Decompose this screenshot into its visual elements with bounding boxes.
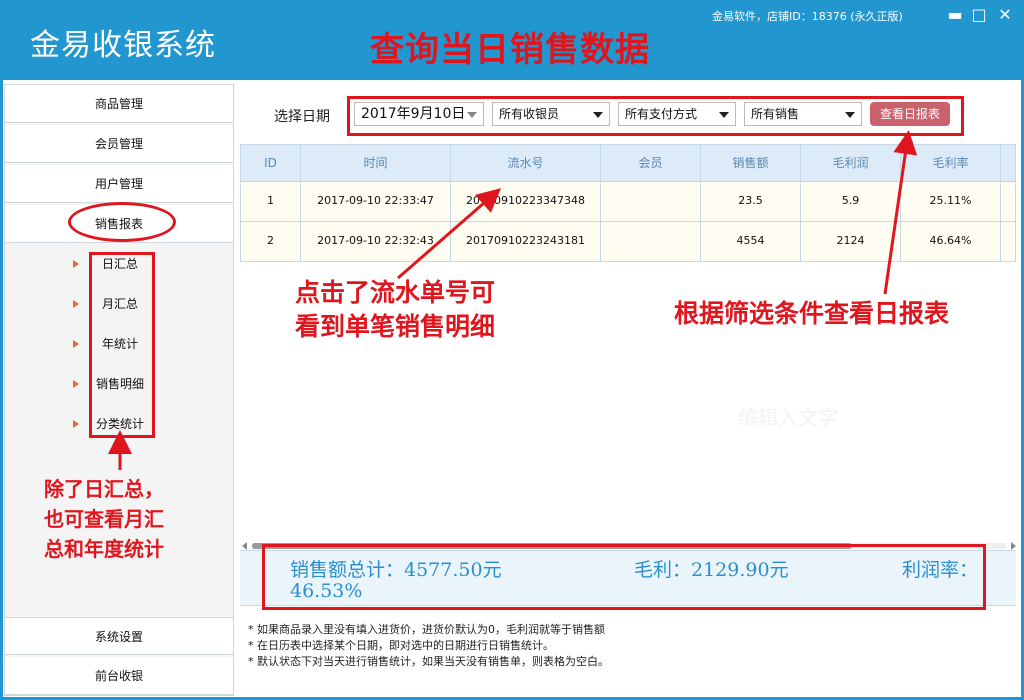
note-line: * 如果商品录入里没有填入进货价，进货价默认为0，毛利润就等于销售额	[248, 623, 605, 636]
submenu-highlight-box	[89, 252, 155, 438]
annotation-title: 查询当日销售数据	[370, 30, 650, 70]
column-header-margin[interactable]: 毛利率	[901, 145, 1001, 181]
scroll-right-icon[interactable]	[1011, 542, 1016, 550]
sales-report-highlight-ellipse	[68, 202, 176, 242]
cell-member	[601, 222, 701, 261]
annotation-line: 除了日汇总，	[44, 477, 164, 501]
cell-member	[601, 182, 701, 221]
sidebar-hint-annotation: 除了日汇总， 也可查看月汇 总和年度统计	[44, 474, 164, 564]
cell-profit: 2124	[801, 222, 901, 261]
cell-serial-link[interactable]: 20170910223243181	[451, 222, 601, 261]
sidebar-item-front-cashier[interactable]: 前台收银	[5, 657, 233, 695]
filter-highlight-box	[347, 96, 964, 136]
cell-id: 1	[241, 182, 301, 221]
column-header-id[interactable]: ID	[241, 145, 301, 181]
cell-time: 2017-09-10 22:33:47	[301, 182, 451, 221]
annotation-line: 看到单笔销售明细	[295, 312, 496, 341]
app-title: 金易收银系统	[30, 28, 216, 63]
column-header-sales[interactable]: 销售额	[701, 145, 801, 181]
table-row[interactable]: 1 2017-09-10 22:33:47 20170910223347348 …	[240, 182, 1016, 222]
cell-sales: 4554	[701, 222, 801, 261]
annotation-line: 也可查看月汇	[44, 507, 164, 531]
cell-id: 2	[241, 222, 301, 261]
annotation-line: 总和年度统计	[44, 537, 164, 561]
serial-hint-annotation: 点击了流水单号可 看到单笔销售明细	[295, 276, 495, 344]
annotation-line: 点击了流水单号可	[295, 278, 496, 307]
sidebar-item-settings[interactable]: 系统设置	[5, 617, 233, 655]
filter-hint-annotation: 根据筛选条件查看日报表	[674, 299, 950, 328]
maximize-icon[interactable]: □	[968, 4, 990, 26]
cell-time: 2017-09-10 22:32:43	[301, 222, 451, 261]
column-header-serial[interactable]: 流水号	[451, 145, 601, 181]
sidebar-item-products[interactable]: 商品管理	[5, 85, 233, 123]
table-header: ID 时间 流水号 会员 销售额 毛利润 毛利率	[240, 144, 1016, 182]
date-label: 选择日期	[274, 109, 330, 125]
sidebar-item-users[interactable]: 用户管理	[5, 165, 233, 203]
table-row[interactable]: 2 2017-09-10 22:32:43 20170910223243181 …	[240, 222, 1016, 262]
cell-margin: 46.64%	[901, 222, 1001, 261]
store-info: 金易软件，店铺ID：18376 (永久正版)	[712, 10, 903, 23]
notes: * 如果商品录入里没有填入进货价，进货价默认为0，毛利润就等于销售额 * 在日历…	[248, 622, 609, 670]
totals-highlight-box	[262, 544, 986, 610]
watermark-text: 编辑入文字	[738, 406, 838, 430]
minimize-icon[interactable]: ▬	[944, 4, 966, 26]
close-icon[interactable]: ✕	[994, 4, 1016, 26]
column-header-member[interactable]: 会员	[601, 145, 701, 181]
title-bar: 金易收银系统 查询当日销售数据 金易软件，店铺ID：18376 (永久正版) ▬…	[0, 0, 1024, 80]
cell-sales: 23.5	[701, 182, 801, 221]
sidebar-item-members[interactable]: 会员管理	[5, 125, 233, 163]
column-header-time[interactable]: 时间	[301, 145, 451, 181]
cell-serial-link[interactable]: 20170910223347348	[451, 182, 601, 221]
column-header-profit[interactable]: 毛利润	[801, 145, 901, 181]
cell-margin: 25.11%	[901, 182, 1001, 221]
scroll-left-icon[interactable]	[242, 542, 247, 550]
note-line: * 默认状态下对当天进行销售统计，如果当天没有销售单，则表格为空白。	[248, 655, 609, 668]
note-line: * 在日历表中选择某个日期，即对选中的日期进行日销售统计。	[248, 639, 554, 652]
cell-profit: 5.9	[801, 182, 901, 221]
